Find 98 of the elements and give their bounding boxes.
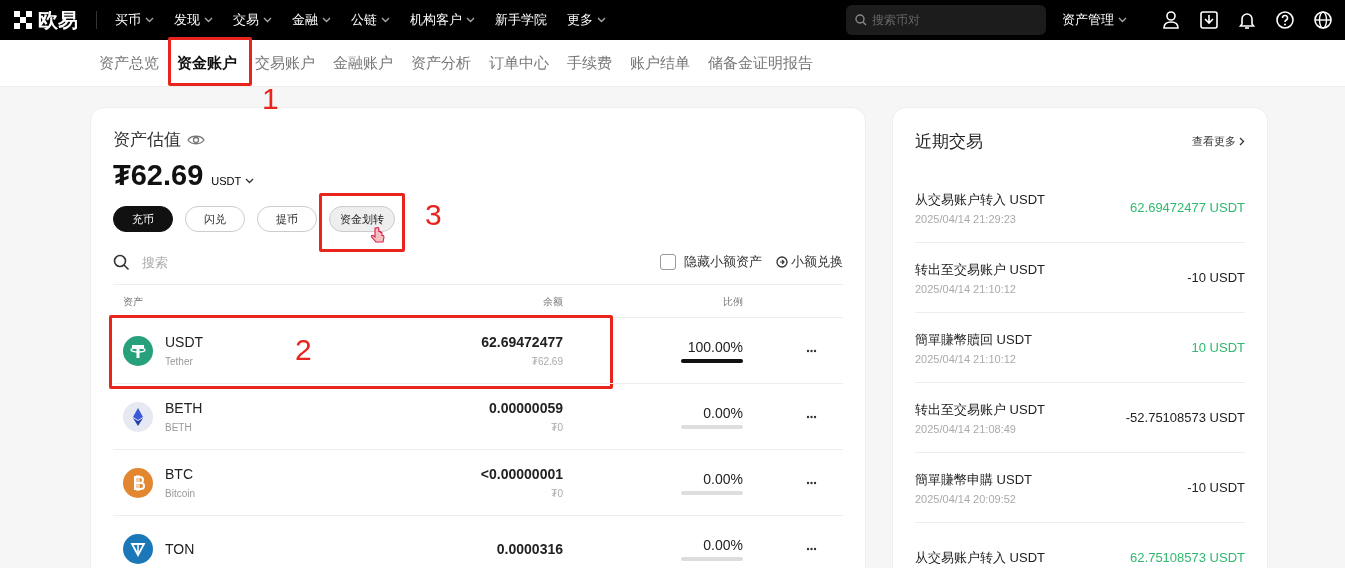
step-number: 1 — [262, 84, 279, 114]
section-title: 资产估值 — [113, 129, 181, 151]
chevron-down-icon — [597, 17, 606, 23]
action-button[interactable]: 闪兑 — [185, 206, 245, 232]
asset-symbol: USDT — [165, 334, 204, 350]
chevron-down-icon — [322, 17, 331, 23]
transaction-amount: -10 USDT — [1187, 270, 1245, 285]
search-field[interactable]: 搜索 — [140, 253, 344, 271]
share-percent: 100.00% — [687, 338, 743, 355]
transaction-title: 从交易账户转入 USDT — [915, 548, 1045, 567]
search-icon — [113, 253, 130, 271]
account-tab[interactable]: 账户结单 — [621, 40, 699, 86]
chevron-down-icon — [145, 17, 154, 23]
nav-menu-item[interactable]: 交易 — [233, 11, 272, 29]
nav-menu-item[interactable]: 更多 — [567, 11, 606, 29]
balance-value: ₮62.69 — [530, 356, 563, 367]
transaction-amount: 62.69472477 USDT — [1130, 200, 1245, 215]
asset-name: Bitcoin — [165, 488, 195, 499]
download-icon[interactable] — [1199, 10, 1219, 30]
chevron-down-icon — [381, 17, 390, 23]
chevron-down-icon — [204, 17, 213, 23]
transaction-title: 簡單賺幣申購 USDT — [915, 470, 1032, 489]
more-options-icon[interactable] — [806, 546, 817, 551]
search-icon — [855, 14, 867, 26]
transaction-time: 2025/04/14 21:08:49 — [915, 422, 1017, 435]
transaction-title: 转出至交易账户 USDT — [915, 260, 1045, 279]
balance-amount: <0.00000001 — [479, 466, 563, 482]
column-header: 比例 — [722, 295, 743, 309]
nav-menu-item[interactable]: 金融 — [292, 11, 331, 29]
chevron-down-icon — [466, 17, 475, 23]
nav-menu-item[interactable]: 公链 — [351, 11, 390, 29]
asset-symbol: BETH — [165, 400, 203, 416]
asset-symbol: BTC — [165, 466, 194, 482]
column-header: 资产 — [123, 295, 144, 309]
transaction-time: 2025/04/14 21:10:12 — [915, 282, 1017, 295]
checkbox-label: 隐藏小额资产 — [684, 253, 762, 271]
transaction-title: 转出至交易账户 USDT — [915, 400, 1045, 419]
transaction-amount: 62.75108573 USDT — [1130, 550, 1245, 565]
asset-management-menu[interactable]: 资产管理 — [1062, 11, 1127, 29]
bell-icon[interactable] — [1237, 10, 1257, 30]
account-tab[interactable]: 储备金证明报告 — [699, 40, 822, 86]
currency-selector[interactable]: USDT — [211, 175, 255, 187]
balance-value: ₮0 — [550, 488, 563, 499]
step-number: 2 — [295, 335, 312, 365]
transaction-amount: 10 USDT — [1191, 340, 1245, 355]
more-options-icon[interactable] — [806, 480, 817, 485]
account-tab[interactable]: 资产分析 — [402, 40, 480, 86]
nav-menu-item[interactable]: 买币 — [115, 11, 154, 29]
account-tab[interactable]: 订单中心 — [480, 40, 558, 86]
asset-name: Tether — [165, 356, 194, 367]
asset-name: BETH — [165, 422, 193, 433]
balance-value: ₮0 — [550, 422, 563, 433]
action-button[interactable]: 提币 — [257, 206, 317, 232]
transaction-title: 从交易账户转入 USDT — [915, 190, 1045, 209]
action-button[interactable]: 充币 — [113, 206, 173, 232]
nav-menu-item[interactable]: 发现 — [174, 11, 213, 29]
checkbox[interactable] — [660, 254, 676, 270]
user-icon[interactable] — [1161, 10, 1181, 30]
small-convert-link[interactable]: 小额兑换 — [776, 253, 843, 271]
search-field[interactable]: 搜索币对 — [846, 5, 1046, 35]
more-options-icon[interactable] — [806, 414, 817, 419]
chevron-down-icon — [245, 178, 255, 184]
transaction-title: 簡單賺幣贖回 USDT — [915, 330, 1032, 349]
step-number: 3 — [425, 200, 442, 230]
account-tab[interactable]: 资金账户 — [168, 40, 246, 86]
section-title: 近期交易 — [915, 131, 983, 153]
action-button[interactable]: 资金划转 — [329, 206, 395, 232]
nav-menu-item[interactable]: 新手学院 — [495, 11, 547, 29]
balance-amount: 62.69472477 — [480, 334, 563, 350]
share-percent: 0.00% — [703, 470, 743, 487]
share-percent: 0.00% — [703, 536, 743, 553]
nav-menu-item[interactable]: 机构客户 — [410, 11, 475, 29]
share-percent: 0.00% — [703, 404, 743, 421]
total-value: ₮62.69 — [113, 159, 204, 192]
transaction-amount: -10 USDT — [1187, 480, 1245, 495]
more-options-icon[interactable] — [806, 348, 817, 353]
account-tab[interactable]: 资产总览 — [90, 40, 168, 86]
chevron-down-icon — [1118, 17, 1127, 23]
convert-icon — [776, 256, 788, 268]
transaction-time: 2025/04/14 21:10:12 — [915, 352, 1017, 365]
transaction-amount: -52.75108573 USDT — [1125, 410, 1245, 425]
transaction-time: 2025/04/14 21:29:23 — [915, 212, 1017, 225]
asset-symbol: TON — [165, 540, 195, 557]
balance-amount: 0.00000059 — [488, 400, 563, 416]
account-tab[interactable]: 交易账户 — [246, 40, 324, 86]
help-icon[interactable] — [1275, 10, 1295, 30]
chevron-right-icon — [1239, 137, 1245, 146]
transaction-time: 2025/04/14 20:09:52 — [915, 492, 1017, 505]
logo-text: 欧易 — [38, 7, 78, 33]
logo-icon — [14, 11, 32, 29]
account-tab[interactable]: 手续费 — [558, 40, 621, 86]
column-header: 余额 — [542, 295, 563, 309]
view-more-link[interactable]: 查看更多 — [1192, 134, 1245, 149]
balance-amount: 0.0000316 — [495, 540, 563, 557]
account-tab[interactable]: 金融账户 — [324, 40, 402, 86]
chevron-down-icon — [263, 17, 272, 23]
globe-icon[interactable] — [1313, 10, 1333, 30]
hand-cursor-icon — [369, 226, 386, 244]
